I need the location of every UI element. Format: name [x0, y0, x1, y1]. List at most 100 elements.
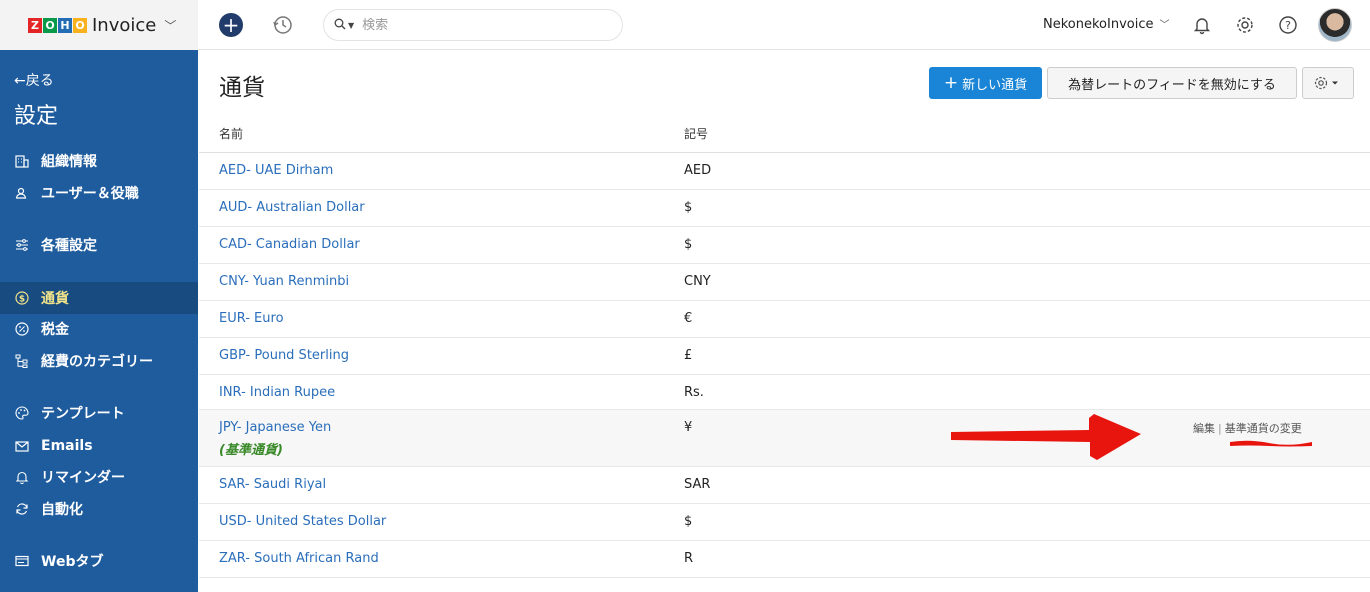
sidebar-item-label: 経費のカテゴリー [41, 354, 153, 370]
notifications-button[interactable] [1191, 14, 1213, 36]
org-name: NekonekoInvoice [1043, 17, 1154, 32]
new-currency-button[interactable]: + 新しい通貨 [929, 67, 1042, 99]
percent-icon [14, 321, 30, 337]
sidebar-item-label: 各種設定 [41, 238, 97, 254]
sidebar-item-reminders[interactable]: リマインダー [0, 461, 198, 493]
plus-icon: + [222, 13, 240, 37]
chevron-down-icon: ﹀ [1159, 20, 1170, 31]
sidebar-item-label: リマインダー [41, 470, 125, 486]
quick-create-button[interactable]: + [219, 13, 243, 37]
back-label: 戻る [25, 73, 54, 89]
table-row[interactable]: AUD- Australian Dollar $ [199, 190, 1370, 227]
currency-name-link[interactable]: GBP- Pound Sterling [219, 348, 349, 363]
history-icon[interactable] [272, 14, 294, 36]
currency-name-link[interactable]: AUD- Australian Dollar [219, 200, 365, 215]
sidebar-title: 設定 [14, 104, 59, 129]
plus-icon: + [943, 73, 959, 93]
search-icon[interactable] [334, 18, 346, 33]
table-row[interactable]: USD- United States Dollar $ [199, 504, 1370, 541]
sidebar-item-users[interactable]: ユーザー＆役職 [0, 177, 198, 209]
table-row[interactable]: ZAR- South African Rand R [199, 541, 1370, 578]
back-link[interactable]: ←戻る [14, 70, 54, 90]
row-actions: 編集 | 基準通貨の変更 [1193, 420, 1302, 436]
table-row[interactable]: SAR- Saudi Riyal SAR [199, 467, 1370, 504]
column-header-name: 名前 [219, 127, 244, 141]
top-bar: Z O H O Invoice ﹀ + ▼ NekonekoInvoice ﹀ ? [0, 0, 1370, 50]
sidebar-item-label: ユーザー＆役職 [41, 186, 139, 202]
table-row[interactable]: AED- UAE Dirham AED [199, 153, 1370, 190]
change-base-currency-link[interactable]: 基準通貨の変更 [1225, 422, 1302, 435]
sidebar-item-emails[interactable]: Emails [0, 430, 198, 462]
currency-name-link[interactable]: CAD- Canadian Dollar [219, 237, 360, 252]
hierarchy-icon [14, 353, 30, 369]
currency-symbol: CNY [684, 274, 711, 289]
bell-icon [14, 469, 30, 485]
palette-icon [14, 405, 30, 421]
arrow-left-icon: ← [14, 73, 26, 89]
currency-symbol: ¥ [684, 420, 693, 435]
settings-button[interactable] [1234, 14, 1256, 36]
edit-link[interactable]: 編集 [1193, 422, 1215, 435]
sidebar-item-label: 税金 [41, 322, 69, 338]
sidebar-item-web-tabs[interactable]: Webタブ [0, 545, 198, 577]
refresh-icon [14, 501, 30, 517]
currency-name-link[interactable]: SAR- Saudi Riyal [219, 477, 326, 492]
settings-sidebar: ←戻る 設定 組織情報 ユーザー＆役職 各種設定 $ 通貨 税金 経費のカテゴリ… [0, 50, 198, 592]
svg-text:$: $ [19, 295, 25, 305]
column-header-symbol: 記号 [684, 127, 709, 141]
currency-name-link[interactable]: USD- United States Dollar [219, 514, 386, 529]
more-settings-button[interactable] [1302, 67, 1354, 99]
sidebar-item-organization[interactable]: 組織情報 [0, 145, 198, 177]
disable-exchange-feed-button[interactable]: 為替レートのフィードを無効にする [1047, 67, 1297, 99]
sidebar-item-expense-categories[interactable]: 経費のカテゴリー [0, 345, 198, 377]
mail-icon [14, 438, 30, 454]
help-button[interactable]: ? [1277, 14, 1299, 36]
currency-symbol: $ [684, 237, 693, 252]
currency-name-link[interactable]: AED- UAE Dirham [219, 163, 333, 178]
currency-symbol: Rs. [684, 385, 704, 400]
sidebar-item-currencies[interactable]: $ 通貨 [0, 282, 198, 314]
table-row[interactable]: INR- Indian Rupee Rs. [199, 375, 1370, 410]
table-row[interactable]: GBP- Pound Sterling £ [199, 338, 1370, 375]
sidebar-item-label: 自動化 [41, 502, 83, 518]
sidebar-item-label: 組織情報 [41, 154, 97, 170]
currency-symbol: AED [684, 163, 712, 178]
annotation-arrow-icon [951, 414, 1141, 460]
table-row-base-currency[interactable]: JPY- Japanese Yen (基準通貨) ¥ 編集 | 基準通貨の変更 [199, 410, 1370, 467]
disable-feed-label: 為替レートのフィードを無効にする [1068, 77, 1276, 93]
base-currency-badge: (基準通貨) [219, 443, 283, 458]
gear-icon [1314, 76, 1338, 90]
currency-symbol: € [684, 311, 693, 326]
sidebar-item-taxes[interactable]: 税金 [0, 313, 198, 345]
currency-name-link[interactable]: INR- Indian Rupee [219, 385, 335, 400]
currency-icon: $ [14, 290, 30, 306]
caret-down-icon[interactable]: ▼ [348, 21, 354, 30]
search-input[interactable] [362, 17, 583, 33]
avatar[interactable] [1318, 8, 1352, 42]
sliders-icon [14, 237, 30, 253]
currency-name-link[interactable]: EUR- Euro [219, 311, 284, 326]
separator: | [1218, 422, 1222, 435]
table-row[interactable]: CAD- Canadian Dollar $ [199, 227, 1370, 264]
currency-name-link[interactable]: ZAR- South African Rand [219, 551, 379, 566]
zoho-logo: Z O H O [28, 17, 88, 33]
building-icon [14, 153, 30, 169]
app-name: Invoice [92, 14, 157, 36]
currency-name-link[interactable]: CNY- Yuan Renminbi [219, 274, 349, 289]
app-switcher[interactable]: Z O H O Invoice ﹀ [0, 0, 198, 50]
sidebar-item-templates[interactable]: テンプレート [0, 397, 198, 429]
sidebar-item-preferences[interactable]: 各種設定 [0, 229, 198, 261]
sidebar-item-label: Emails [41, 438, 93, 454]
svg-text:?: ? [1285, 19, 1291, 32]
logo-letter: O [43, 17, 57, 33]
table-header: 名前 記号 [199, 117, 1370, 153]
currency-name-link[interactable]: JPY- Japanese Yen [219, 420, 331, 435]
table-row[interactable]: EUR- Euro € [199, 301, 1370, 338]
search-box: ▼ [323, 9, 623, 41]
sidebar-item-automation[interactable]: 自動化 [0, 493, 198, 525]
org-switcher[interactable]: NekonekoInvoice ﹀ [1043, 16, 1169, 32]
logo-letter: H [58, 17, 72, 33]
sidebar-item-label: 通貨 [41, 291, 69, 307]
table-row[interactable]: CNY- Yuan Renminbi CNY [199, 264, 1370, 301]
browser-tab-icon [14, 553, 30, 569]
